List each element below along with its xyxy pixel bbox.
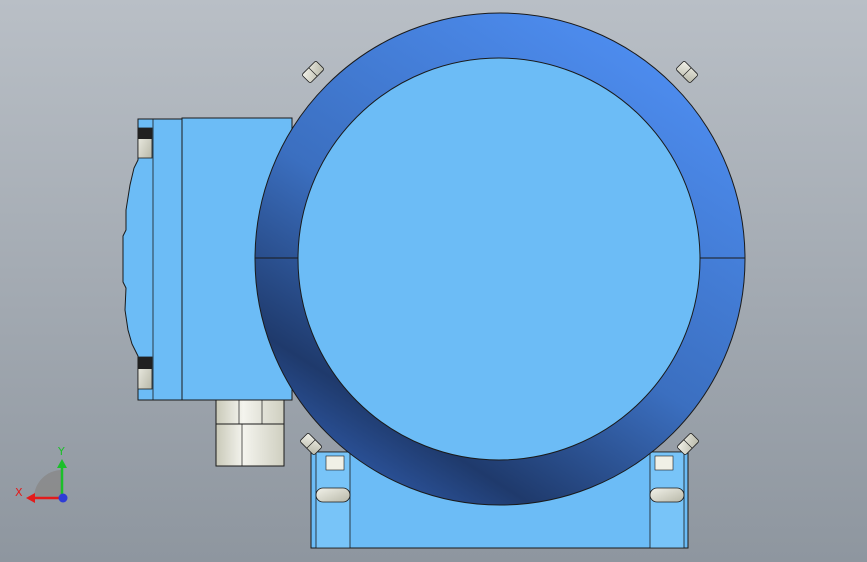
triad-x-label: X [15, 486, 23, 499]
ring-housing[interactable] [254, 12, 746, 506]
triad-y-label: Y [57, 445, 65, 458]
cover-screw-bottom [137, 356, 153, 390]
triad-z-axis [58, 493, 68, 503]
bracket-bolt-right [649, 487, 685, 503]
model-canvas[interactable]: X Y [0, 0, 867, 562]
cover-screw-top [137, 127, 153, 159]
cad-viewport[interactable]: X Y [0, 0, 867, 562]
bracket-bolt-left [315, 487, 351, 503]
ring-face [297, 57, 701, 461]
cable-gland[interactable] [215, 399, 285, 467]
